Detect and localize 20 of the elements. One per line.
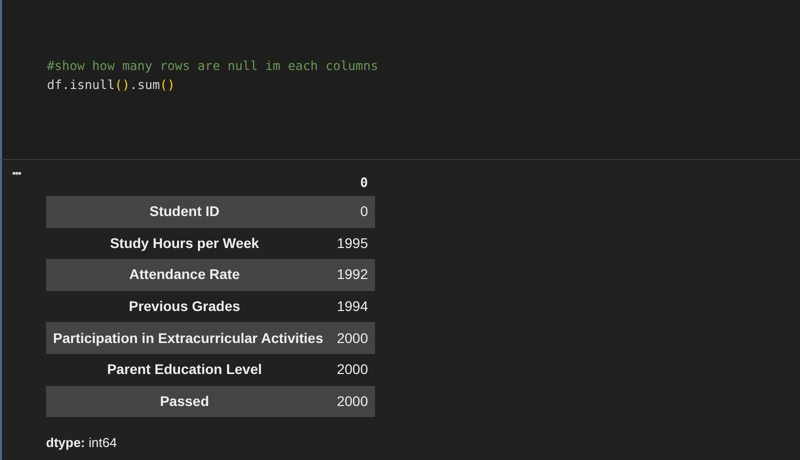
row-label: Attendance Rate (129, 265, 240, 284)
code-comment: #show how many rows are null im each columns (47, 57, 378, 75)
table-cell-text: 2000 (336, 392, 368, 411)
code-line: df.isnull().sum() (47, 76, 175, 94)
row-label: Parent Education Level (107, 360, 262, 380)
code-cell[interactable]: #show how many rows are null im each columns df.isnull().sum() (0, 0, 800, 160)
table-cell-text: 0 (360, 202, 368, 222)
row-label: Passed (160, 392, 210, 411)
table-cell-text: 1994 (336, 297, 368, 316)
table-cell-text: 1992 (336, 265, 368, 284)
column-header: 0 (360, 175, 368, 194)
table-cell-text: 2000 (336, 328, 368, 348)
table-cell-text: 2000 (336, 360, 368, 380)
row-label: Previous Grades (128, 297, 240, 316)
dtype-label: dtype: int64 (46, 434, 117, 452)
row-label: Participation in Extracurricular Activities (53, 328, 324, 348)
table-cell-text: 1995 (336, 234, 368, 253)
output-menu-button[interactable]: ••• (12, 168, 21, 180)
row-label: Study Hours per Week (110, 234, 260, 253)
row-label: Student ID (150, 202, 220, 222)
